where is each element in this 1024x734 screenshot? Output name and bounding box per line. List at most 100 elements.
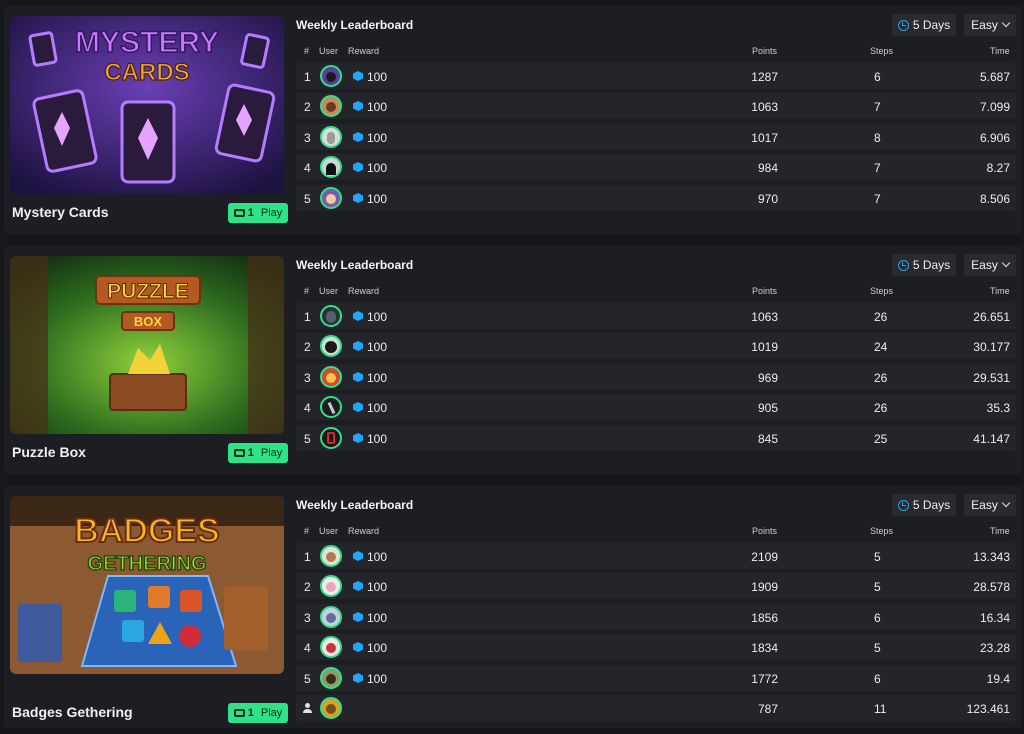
- thumb-title-bottom: GETHERING: [88, 553, 207, 575]
- header-time: Time: [990, 286, 1010, 296]
- difficulty-dropdown[interactable]: Easy: [964, 494, 1016, 516]
- rank: 1: [304, 310, 311, 324]
- thumb-title-top: PUZZLE: [107, 280, 189, 303]
- play-button[interactable]: 1 Play: [228, 443, 288, 463]
- avatar[interactable]: [320, 65, 342, 87]
- table-row[interactable]: 5 100 970 7 8.506: [296, 185, 1016, 211]
- avatar[interactable]: [320, 305, 342, 327]
- reward-value: 100: [367, 401, 388, 415]
- reward-value: 100: [367, 310, 388, 324]
- leaderboard-header: # User Reward Points Steps Time: [296, 284, 1016, 298]
- gem-icon: [353, 132, 363, 142]
- rank: 3: [304, 371, 311, 385]
- avatar[interactable]: [320, 187, 342, 209]
- ticket-icon: [233, 209, 245, 217]
- gem-icon: [353, 372, 363, 382]
- time-value: 28.578: [973, 580, 1010, 594]
- points-value: 2109: [751, 550, 778, 564]
- rank: 5: [304, 192, 311, 206]
- header-steps: Steps: [870, 46, 894, 56]
- table-row[interactable]: 4 100 984 7 8.27: [296, 154, 1016, 180]
- play-label: Play: [260, 207, 283, 219]
- points-value: 1019: [751, 340, 778, 354]
- table-row[interactable]: 1 100 1287 6 5.687: [296, 63, 1016, 89]
- game-card: MYSTERY CARDS Mystery Cards 1 Play: [10, 16, 288, 223]
- game-panel-mystery-cards: MYSTERY CARDS Mystery Cards 1 Play Weekl…: [4, 6, 1022, 234]
- current-user-row[interactable]: 787 11 123.461: [296, 695, 1016, 721]
- play-count: 1: [247, 707, 254, 719]
- leaderboard-title: Weekly Leaderboard: [296, 258, 414, 272]
- period-selector[interactable]: 5 Days: [892, 494, 956, 516]
- ticket-icon: [233, 709, 245, 717]
- game-thumbnail[interactable]: MYSTERY CARDS: [10, 16, 284, 194]
- table-row[interactable]: 3 100 1017 8 6.906: [296, 124, 1016, 150]
- header-user: User: [319, 286, 339, 296]
- leaderboard-header: # User Reward Points Steps Time: [296, 524, 1016, 538]
- period-selector[interactable]: 5 Days: [892, 254, 956, 276]
- table-row[interactable]: 1 100 1063 26 26.651: [296, 303, 1016, 329]
- play-button[interactable]: 1 Play: [228, 703, 288, 723]
- difficulty-label: Easy: [971, 258, 998, 272]
- rank: 2: [304, 340, 311, 354]
- avatar[interactable]: [320, 606, 342, 628]
- gem-icon: [353, 402, 363, 412]
- play-count: 1: [247, 447, 254, 459]
- table-row[interactable]: 4 100 1834 5 23.28: [296, 634, 1016, 660]
- period-label: 5 Days: [912, 18, 951, 32]
- time-value: 13.343: [973, 550, 1010, 564]
- gem-icon: [353, 71, 363, 81]
- avatar[interactable]: [320, 667, 342, 689]
- reward-value: 100: [367, 161, 388, 175]
- reward-value: 100: [367, 192, 388, 206]
- game-title: Puzzle Box: [12, 444, 86, 460]
- avatar[interactable]: [320, 126, 342, 148]
- period-selector[interactable]: 5 Days: [892, 14, 956, 36]
- reward-value: 100: [367, 131, 388, 145]
- header-points: Points: [752, 46, 778, 56]
- table-row[interactable]: 5 100 1772 6 19.4: [296, 665, 1016, 691]
- avatar[interactable]: [320, 156, 342, 178]
- points-value: 1063: [751, 310, 778, 324]
- avatar[interactable]: [320, 366, 342, 388]
- header-rank: #: [304, 46, 310, 56]
- difficulty-dropdown[interactable]: Easy: [964, 14, 1016, 36]
- play-label: Play: [260, 447, 283, 459]
- header-time: Time: [990, 46, 1010, 56]
- table-row[interactable]: 2 100 1063 7 7.099: [296, 93, 1016, 119]
- avatar[interactable]: [320, 575, 342, 597]
- gem-icon: [353, 642, 363, 652]
- table-row[interactable]: 2 100 1909 5 28.578: [296, 573, 1016, 599]
- play-label: Play: [260, 707, 283, 719]
- table-row[interactable]: 4 100 905 26 35.3: [296, 394, 1016, 420]
- avatar[interactable]: [320, 697, 342, 719]
- table-row[interactable]: 2 100 1019 24 30.177: [296, 333, 1016, 359]
- points-value: 1856: [751, 611, 778, 625]
- table-row[interactable]: 3 100 1856 6 16.34: [296, 604, 1016, 630]
- time-value: 19.4: [986, 672, 1010, 686]
- rank: 5: [304, 672, 311, 686]
- game-thumbnail[interactable]: PUZZLE BOX: [10, 256, 284, 434]
- game-thumbnail[interactable]: BADGES GETHERING: [10, 496, 284, 674]
- chevron-down-icon: [1001, 18, 1011, 28]
- table-row[interactable]: 3 100 969 26 29.531: [296, 364, 1016, 390]
- steps-value: 26: [874, 371, 888, 385]
- time-value: 23.28: [979, 641, 1010, 655]
- time-value: 26.651: [973, 310, 1010, 324]
- avatar[interactable]: [320, 95, 342, 117]
- time-value: 123.461: [966, 702, 1010, 716]
- gem-icon: [353, 101, 363, 111]
- avatar[interactable]: [320, 335, 342, 357]
- avatar[interactable]: [320, 396, 342, 418]
- points-value: 969: [757, 371, 778, 385]
- avatar[interactable]: [320, 636, 342, 658]
- steps-value: 6: [874, 672, 881, 686]
- avatar[interactable]: [320, 427, 342, 449]
- table-row[interactable]: 5 100 845 25 41.147: [296, 425, 1016, 451]
- table-row[interactable]: 1 100 2109 5 13.343: [296, 543, 1016, 569]
- game-card: PUZZLE BOX Puzzle Box 1 Play: [10, 256, 288, 463]
- difficulty-dropdown[interactable]: Easy: [964, 254, 1016, 276]
- rank: 3: [304, 131, 311, 145]
- time-value: 29.531: [973, 371, 1010, 385]
- avatar[interactable]: [320, 545, 342, 567]
- play-button[interactable]: 1 Play: [228, 203, 288, 223]
